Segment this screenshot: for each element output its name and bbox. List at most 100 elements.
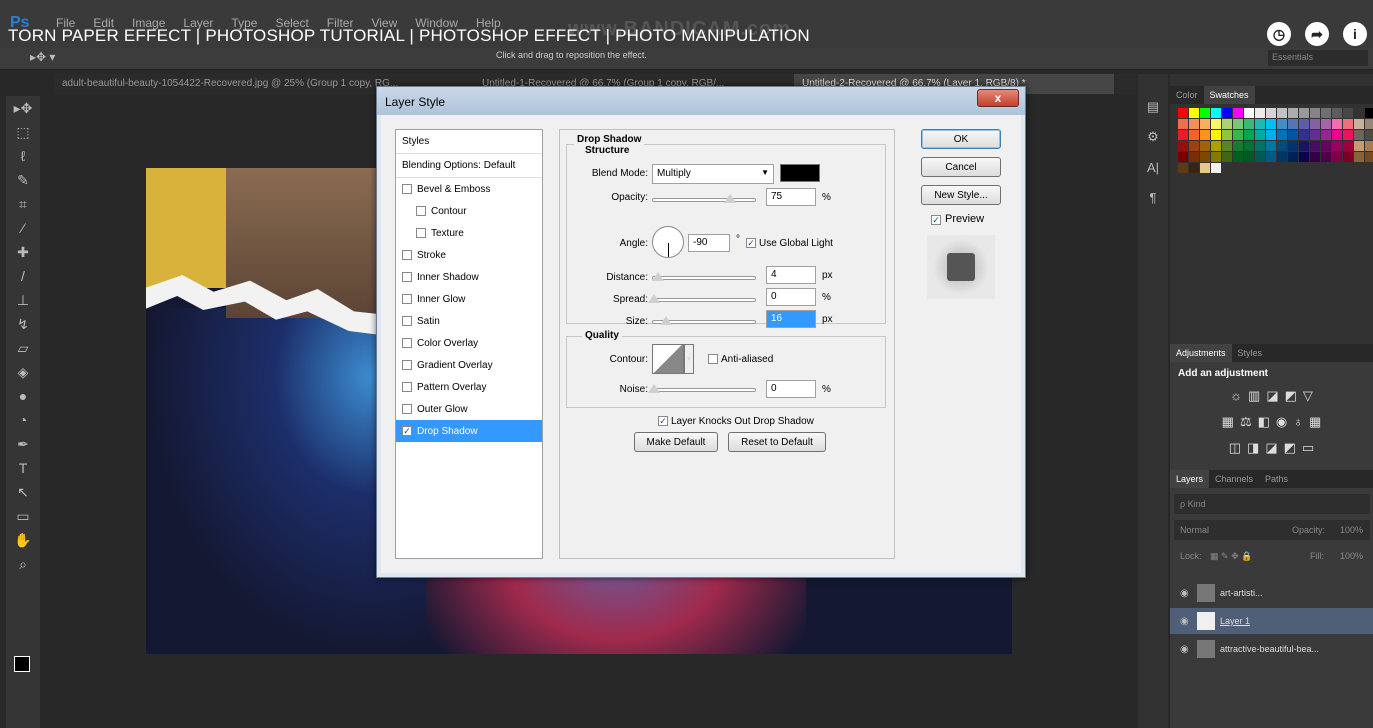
- color-swatch[interactable]: [1233, 119, 1243, 129]
- eraser-icon[interactable]: ▱: [6, 336, 40, 360]
- color-balance-icon[interactable]: ⚖: [1240, 414, 1252, 430]
- levels-icon[interactable]: ▥: [1248, 388, 1260, 404]
- info-icon[interactable]: i: [1343, 22, 1367, 46]
- color-swatch[interactable]: [1244, 130, 1254, 140]
- color-swatch[interactable]: [1211, 163, 1221, 173]
- layer-blend-mode[interactable]: Normal Opacity: 100%: [1174, 520, 1370, 540]
- distance-slider[interactable]: [652, 276, 756, 280]
- color-swatch[interactable]: [1343, 119, 1353, 129]
- invert-icon[interactable]: ◫: [1229, 440, 1241, 456]
- curves-icon[interactable]: ◪: [1266, 388, 1278, 404]
- color-swatch[interactable]: [1178, 119, 1188, 129]
- color-swatch[interactable]: [1310, 141, 1320, 151]
- color-swatch[interactable]: [1321, 152, 1331, 162]
- color-swatch[interactable]: [1321, 108, 1331, 118]
- color-swatch[interactable]: [1266, 108, 1276, 118]
- history-icon[interactable]: ▤: [1138, 92, 1168, 122]
- color-swatch[interactable]: [1244, 108, 1254, 118]
- color-swatch[interactable]: [1178, 152, 1188, 162]
- color-swatch[interactable]: [1233, 108, 1243, 118]
- color-swatch[interactable]: [1211, 152, 1221, 162]
- color-swatch[interactable]: [1365, 119, 1373, 129]
- style-checkbox[interactable]: [402, 250, 412, 260]
- color-swatch[interactable]: [1332, 141, 1342, 151]
- type-icon[interactable]: T: [6, 456, 40, 480]
- color-swatch[interactable]: [1222, 130, 1232, 140]
- make-default-button[interactable]: Make Default: [634, 432, 718, 452]
- color-swatch[interactable]: [1222, 108, 1232, 118]
- style-item-stroke[interactable]: Stroke: [396, 244, 542, 266]
- style-item-bevel-emboss[interactable]: Bevel & Emboss: [396, 178, 542, 200]
- styles-header[interactable]: Styles: [396, 130, 542, 154]
- color-swatch[interactable]: [1310, 152, 1320, 162]
- style-item-outer-glow[interactable]: Outer Glow: [396, 398, 542, 420]
- eye-icon[interactable]: ◉: [1180, 616, 1192, 627]
- color-swatch[interactable]: [1244, 141, 1254, 151]
- color-swatch[interactable]: [1288, 108, 1298, 118]
- clone-stamp-icon[interactable]: ⊥: [6, 288, 40, 312]
- posterize-icon[interactable]: ◨: [1247, 440, 1259, 456]
- history-brush-icon[interactable]: ↯: [6, 312, 40, 336]
- color-swatch[interactable]: [1244, 119, 1254, 129]
- color-swatch[interactable]: [1189, 108, 1199, 118]
- exposure-icon[interactable]: ◩: [1285, 388, 1297, 404]
- move-tool-icon[interactable]: ▸✥ ▾: [30, 50, 55, 64]
- style-checkbox[interactable]: [402, 294, 412, 304]
- color-swatch[interactable]: [1332, 108, 1342, 118]
- color-swatch[interactable]: [1288, 130, 1298, 140]
- size-field[interactable]: 16: [766, 310, 816, 328]
- blend-mode-select[interactable]: Multiply ▼: [652, 164, 774, 184]
- close-button[interactable]: x: [977, 89, 1019, 107]
- tab-color[interactable]: Color: [1170, 86, 1204, 104]
- color-swatch[interactable]: [1299, 108, 1309, 118]
- style-item-color-overlay[interactable]: Color Overlay: [396, 332, 542, 354]
- eye-icon[interactable]: ◉: [1180, 644, 1192, 655]
- character-icon[interactable]: A|: [1138, 152, 1168, 182]
- color-swatch[interactable]: [1310, 130, 1320, 140]
- lock-icons[interactable]: ▦ ✎ ✥ 🔒: [1210, 551, 1252, 561]
- color-swatch[interactable]: [1332, 130, 1342, 140]
- color-swatch[interactable]: [1288, 119, 1298, 129]
- paint-bucket-icon[interactable]: ◈: [6, 360, 40, 384]
- color-swatch[interactable]: [1354, 152, 1364, 162]
- foreground-color-swatch[interactable]: [14, 656, 30, 672]
- color-swatch[interactable]: [1189, 130, 1199, 140]
- reset-default-button[interactable]: Reset to Default: [728, 432, 826, 452]
- color-swatch[interactable]: [1277, 152, 1287, 162]
- tab-channels[interactable]: Channels: [1209, 470, 1259, 488]
- black-white-icon[interactable]: ◧: [1258, 414, 1270, 430]
- spread-field[interactable]: 0: [766, 288, 816, 306]
- color-swatch[interactable]: [1255, 141, 1265, 151]
- angle-field[interactable]: -90: [688, 234, 730, 252]
- gradient-map-icon[interactable]: ▭: [1302, 440, 1314, 456]
- color-swatch[interactable]: [1365, 130, 1373, 140]
- color-swatch[interactable]: [1321, 130, 1331, 140]
- color-swatch[interactable]: [1211, 108, 1221, 118]
- style-item-contour[interactable]: Contour: [396, 200, 542, 222]
- dialog-titlebar[interactable]: Layer Style x: [377, 87, 1025, 115]
- style-item-inner-shadow[interactable]: Inner Shadow: [396, 266, 542, 288]
- contour-dropdown[interactable]: ▼: [684, 344, 694, 374]
- color-swatch[interactable]: [1299, 141, 1309, 151]
- vibrance-icon[interactable]: ▽: [1303, 388, 1313, 404]
- shadow-color-swatch[interactable]: [780, 164, 820, 182]
- color-swatch[interactable]: [1354, 119, 1364, 129]
- noise-slider-thumb[interactable]: [648, 384, 660, 393]
- dodge-icon[interactable]: ◔: [6, 408, 40, 432]
- color-swatch[interactable]: [1178, 108, 1188, 118]
- color-swatch[interactable]: [1222, 119, 1232, 129]
- clock-icon[interactable]: ◷: [1267, 22, 1291, 46]
- color-swatch[interactable]: [1299, 119, 1309, 129]
- tab-swatches[interactable]: Swatches: [1203, 86, 1255, 104]
- color-swatch[interactable]: [1321, 141, 1331, 151]
- color-swatch[interactable]: [1343, 141, 1353, 151]
- color-swatch[interactable]: [1178, 141, 1188, 151]
- distance-slider-thumb[interactable]: [652, 272, 664, 281]
- hand-icon[interactable]: ✋: [6, 528, 40, 552]
- color-swatch[interactable]: [1310, 108, 1320, 118]
- style-checkbox[interactable]: [416, 228, 426, 238]
- style-checkbox[interactable]: [402, 272, 412, 282]
- pen-icon[interactable]: ✒: [6, 432, 40, 456]
- angle-dial[interactable]: [652, 226, 684, 258]
- style-checkbox[interactable]: [402, 338, 412, 348]
